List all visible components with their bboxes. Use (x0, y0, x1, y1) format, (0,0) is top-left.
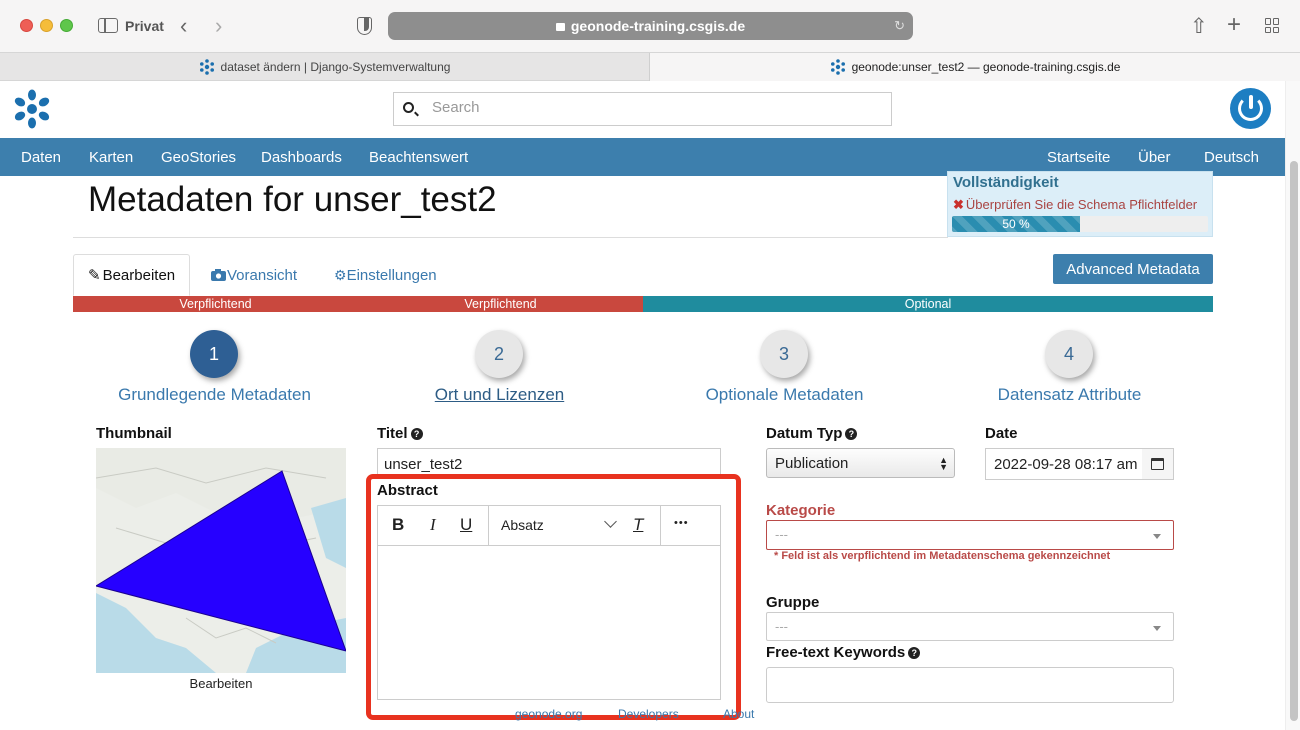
date-input[interactable]: 2022-09-28 08:17 am (985, 448, 1143, 480)
step-2-circle[interactable]: 2 (475, 330, 523, 378)
tab-voransicht[interactable]: Voransicht (197, 254, 311, 296)
help-icon[interactable]: ? (410, 428, 423, 440)
nav-item-daten[interactable]: Daten (21, 149, 61, 166)
pencil-icon: ✎ (88, 267, 101, 284)
completeness-panel: Vollständigkeit ✖ Überprüfen Sie die Sche… (947, 171, 1213, 237)
category-label: Kategorie (766, 502, 836, 519)
lock-icon (555, 23, 565, 31)
user-menu-power-icon[interactable] (1230, 88, 1271, 129)
tab-einstellungen[interactable]: ⚙ Einstellungen (320, 254, 451, 296)
error-x-icon: ✖ (953, 197, 964, 212)
date-label: Date (985, 425, 1018, 442)
requirement-bar-optional: Optional (643, 296, 1213, 312)
minimize-window-button[interactable] (40, 19, 53, 32)
select-arrows-icon: ▲ ▼ (939, 455, 948, 472)
search-input[interactable] (432, 99, 872, 116)
help-icon[interactable]: ? (908, 647, 921, 659)
reload-icon[interactable]: ↻ (894, 18, 905, 34)
geonode-favicon-icon (199, 59, 214, 75)
browser-tab-bar: dataset ändern | Django-Systemverwaltung… (0, 52, 1300, 81)
geonode-favicon-icon (830, 59, 845, 75)
keywords-input[interactable] (766, 667, 1174, 703)
page-scrollbar[interactable] (1285, 81, 1300, 730)
completeness-title: Vollständigkeit (953, 174, 1059, 191)
camera-icon (211, 269, 226, 281)
thumbnail-image[interactable] (96, 448, 346, 673)
tab-title: dataset ändern | Django-Systemverwaltung (220, 60, 451, 74)
help-icon[interactable]: ? (845, 428, 858, 440)
title-label: Titel? (377, 425, 423, 442)
browser-titlebar: Privat ‹ › geonode-training.csgis.de ↻ ⇧… (0, 0, 1300, 52)
address-bar[interactable]: geonode-training.csgis.de ↻ (388, 12, 913, 40)
site-header (0, 81, 1285, 138)
tab-overview-icon[interactable] (1265, 18, 1280, 33)
calendar-button[interactable] (1142, 448, 1174, 480)
share-icon[interactable]: ⇧ (1190, 14, 1208, 39)
nav-item-ueber[interactable]: Über (1138, 149, 1171, 166)
step-4-circle[interactable]: 4 (1045, 330, 1093, 378)
back-arrow-icon[interactable]: ‹ (180, 13, 187, 39)
page-title: Metadaten for unser_test2 (88, 180, 497, 219)
completeness-warning[interactable]: ✖ Überprüfen Sie die Schema Pflichtfelder (953, 197, 1197, 213)
nav-item-language[interactable]: Deutsch (1204, 149, 1259, 166)
step-2-label[interactable]: Ort und Lizenzen (357, 385, 642, 405)
thumbnail-map (96, 448, 346, 673)
footer-link-about[interactable]: About (723, 707, 754, 721)
step-1-label[interactable]: Grundlegende Metadaten (72, 385, 357, 405)
thumbnail-label: Thumbnail (96, 425, 172, 442)
group-label: Gruppe (766, 594, 820, 611)
calendar-icon (1151, 458, 1164, 470)
browser-tab[interactable]: dataset ändern | Django-Systemverwaltung (0, 53, 650, 81)
footer-link-geonode[interactable]: geonode.org (515, 707, 582, 721)
keywords-label: Free-text Keywords? (766, 644, 921, 661)
title-divider (73, 237, 948, 238)
date-type-select[interactable]: Publication ▲ ▼ (766, 448, 955, 478)
privacy-shield-icon[interactable] (357, 17, 372, 35)
caret-down-icon (1153, 626, 1161, 631)
maximize-window-button[interactable] (60, 19, 73, 32)
url-text: geonode-training.csgis.de (570, 18, 746, 34)
nav-item-geostories[interactable]: GeoStories (161, 149, 236, 166)
forward-arrow-icon[interactable]: › (215, 13, 222, 39)
browser-tab-active[interactable]: geonode:unser_test2 — geonode-training.c… (650, 53, 1300, 81)
category-select[interactable]: --- (766, 520, 1174, 550)
requirement-bar-mandatory: Verpflichtend (73, 296, 358, 312)
step-4-label[interactable]: Datensatz Attribute (927, 385, 1212, 405)
private-mode-label: Privat (125, 18, 164, 34)
step-3-circle[interactable]: 3 (760, 330, 808, 378)
sidebar-toggle-icon[interactable] (98, 18, 118, 33)
nav-item-dashboards[interactable]: Dashboards (261, 149, 342, 166)
search-icon (403, 102, 414, 113)
close-window-button[interactable] (20, 19, 33, 32)
step-1-circle[interactable]: 1 (190, 330, 238, 378)
new-tab-icon[interactable]: + (1227, 11, 1241, 39)
nav-item-startseite[interactable]: Startseite (1047, 149, 1110, 166)
footer-link-developers[interactable]: Developers (618, 707, 679, 721)
nav-item-karten[interactable]: Karten (89, 149, 133, 166)
tab-title: geonode:unser_test2 — geonode-training.c… (851, 60, 1121, 74)
tab-bearbeiten[interactable]: ✎ Bearbeiten (73, 254, 191, 296)
geonode-logo-icon[interactable] (12, 89, 52, 129)
gear-icon: ⚙ (334, 266, 347, 283)
caret-down-icon (1153, 534, 1161, 539)
completeness-progress-bar: 50 % (952, 216, 1208, 232)
category-error-message: * Feld ist als verpflichtend im Metadate… (774, 550, 1111, 562)
search-box[interactable] (393, 92, 892, 126)
date-type-label: Datum Typ? (766, 425, 858, 442)
thumbnail-edit-link[interactable]: Bearbeiten (96, 676, 346, 691)
advanced-metadata-button[interactable]: Advanced Metadata (1053, 254, 1213, 284)
progress-fill: 50 % (952, 216, 1080, 232)
nav-item-beachtenswert[interactable]: Beachtenswert (369, 149, 468, 166)
group-select[interactable]: --- (766, 612, 1174, 641)
scroll-thumb[interactable] (1290, 161, 1298, 721)
requirement-bar-mandatory: Verpflichtend (358, 296, 643, 312)
annotation-highlight-box (366, 474, 741, 720)
step-3-label[interactable]: Optionale Metadaten (642, 385, 927, 405)
